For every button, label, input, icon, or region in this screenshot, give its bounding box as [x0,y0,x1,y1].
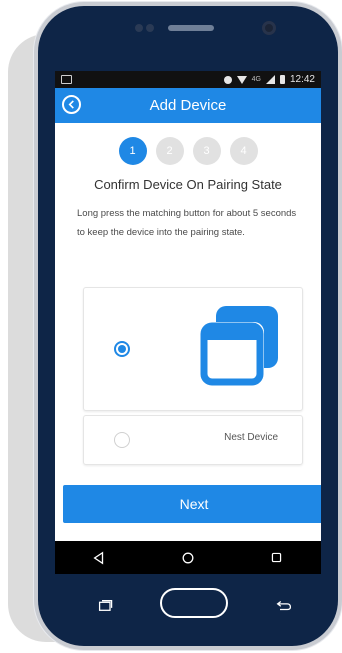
step-4: 4 [229,137,258,165]
nest-device-label: Nest Device [224,432,278,443]
wifi-icon [236,75,247,84]
hardware-back-key[interactable] [274,588,294,622]
signal-icon [265,75,275,84]
recents-overlap-icon [98,599,113,611]
step-2: 2 [155,137,184,165]
status-time: 12:42 [289,74,315,85]
app-screen: 4G 12:42 Add Device 1 2 3 4 Confirm Devi… [55,71,321,541]
status-bar: 4G 12:42 [55,71,321,88]
nest-device-option-card[interactable]: Nest Device [83,415,303,465]
page-title: Add Device [149,97,227,114]
device-window-icon [200,306,278,386]
chevron-left-icon [68,100,74,109]
network-type: 4G [251,76,261,83]
nav-back-button[interactable] [91,550,107,566]
back-triangle-icon [93,551,104,564]
next-button[interactable]: Next [63,485,321,523]
earpiece-speaker [168,25,214,31]
return-arrow-icon [276,600,292,610]
nav-home-button[interactable] [180,550,196,566]
recents-square-icon [271,552,282,563]
nav-recents-button[interactable] [269,550,285,566]
step-1: 1 [118,137,147,165]
home-circle-icon [182,552,194,563]
device-option-card[interactable] [83,287,303,411]
device-option-radio[interactable] [114,341,130,357]
battery-icon [279,75,285,84]
android-nav-bar [55,541,321,574]
image-notification-icon [61,75,72,84]
front-camera [262,21,276,35]
step-indicator: 1 2 3 4 [55,137,321,165]
nest-device-radio[interactable] [114,432,130,448]
hardware-recents-key[interactable] [96,588,116,622]
step-3: 3 [192,137,221,165]
step-heading: Confirm Device On Pairing State [94,177,282,192]
app-bar: Add Device [55,88,321,123]
back-button[interactable] [62,95,81,114]
step-description: Long press the matching button for about… [77,208,297,238]
alarm-icon [223,75,232,84]
phone-frame: 4G 12:42 Add Device 1 2 3 4 Confirm Devi… [38,6,338,646]
sensor-dots [135,24,155,32]
hardware-home-button[interactable] [160,588,228,618]
